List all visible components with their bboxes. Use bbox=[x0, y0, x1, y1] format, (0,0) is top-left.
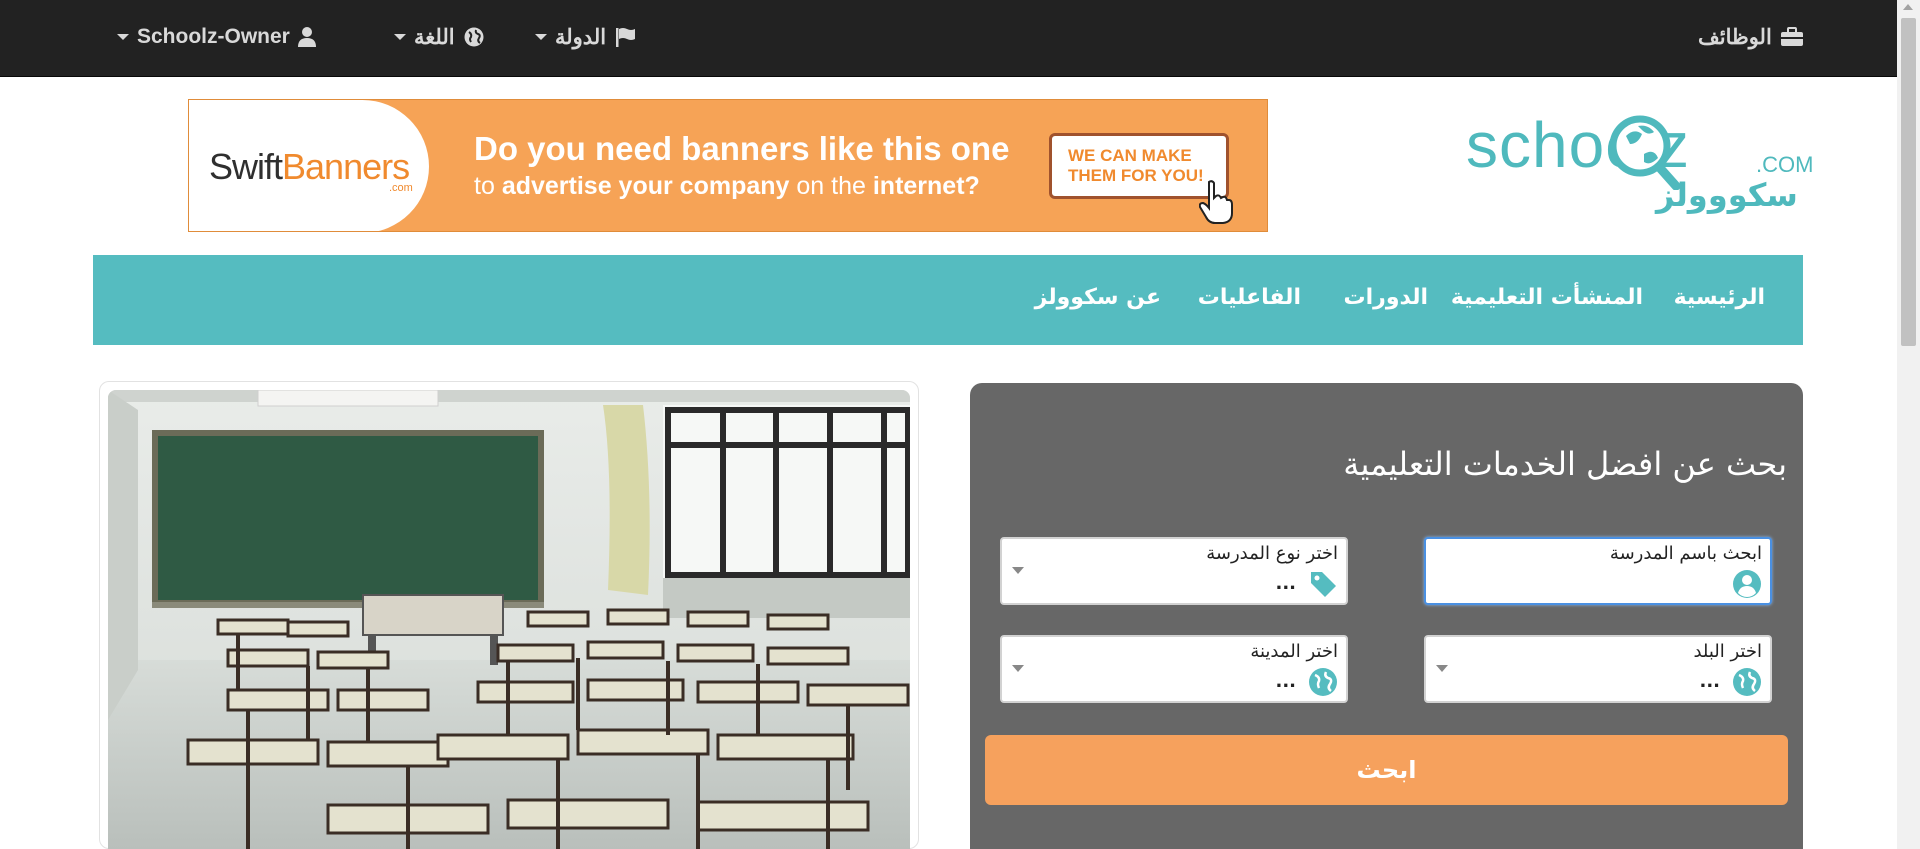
nav-courses[interactable]: الدورات bbox=[1344, 285, 1429, 310]
logo-arabic: سكووولز bbox=[1656, 176, 1798, 214]
country-label: الدولة bbox=[555, 25, 607, 49]
chevron-down-icon bbox=[535, 34, 547, 40]
country-select[interactable]: اختر البلد ... bbox=[1424, 635, 1772, 703]
logo-com: .COM bbox=[1756, 152, 1814, 177]
account-dropdown[interactable]: Schoolz-Owner bbox=[117, 22, 316, 52]
flag-icon bbox=[614, 26, 636, 48]
scroll-thumb[interactable] bbox=[1901, 18, 1916, 346]
search-title: بحث عن افضل الخدمات التعليمية bbox=[1343, 445, 1787, 483]
site-logo[interactable]: schoolz .COM سكووولز bbox=[1466, 108, 1813, 224]
school-name-label: ابحث باسم المدرسة bbox=[1609, 543, 1762, 564]
globe-icon bbox=[1309, 668, 1337, 696]
chevron-down-icon bbox=[117, 34, 129, 40]
school-type-select[interactable]: اختر نوع المدرسة ... bbox=[1000, 537, 1348, 605]
banner-subline: to advertise your company on the interne… bbox=[474, 172, 980, 200]
school-type-value: ... bbox=[1275, 573, 1296, 594]
scroll-up-icon[interactable] bbox=[1903, 4, 1913, 10]
briefcase-icon bbox=[1780, 27, 1804, 47]
school-name-input[interactable]: ابحث باسم المدرسة bbox=[1424, 537, 1772, 605]
chevron-down-icon bbox=[1436, 665, 1448, 672]
nav-home[interactable]: الرئيسية bbox=[1674, 285, 1765, 310]
page-scrollbar[interactable] bbox=[1897, 0, 1920, 849]
globe-icon bbox=[463, 26, 485, 48]
chevron-down-icon bbox=[1012, 567, 1024, 574]
hand-cursor-icon bbox=[1199, 180, 1233, 224]
classroom-photo bbox=[108, 390, 910, 849]
account-label: Schoolz-Owner bbox=[137, 25, 290, 48]
chevron-down-icon bbox=[394, 34, 406, 40]
ad-banner[interactable]: SwiftBanners .com Do you need banners li… bbox=[188, 99, 1268, 232]
nav-about[interactable]: عن سكوولز bbox=[1035, 285, 1161, 310]
chevron-down-icon bbox=[1012, 665, 1024, 672]
city-select-label: اختر المدينة bbox=[1250, 641, 1338, 662]
tag-icon bbox=[1311, 572, 1336, 597]
banner-headline: Do you need banners like this one bbox=[474, 130, 1010, 167]
city-select[interactable]: اختر المدينة ... bbox=[1000, 635, 1348, 703]
search-panel: بحث عن افضل الخدمات التعليمية ابحث باسم … bbox=[970, 383, 1803, 849]
country-dropdown[interactable]: الدولة bbox=[535, 22, 636, 52]
language-dropdown[interactable]: اللغة bbox=[394, 22, 485, 52]
nav-institutions[interactable]: المنشأت التعليمية bbox=[1451, 285, 1643, 310]
nav-events[interactable]: الفاعليات bbox=[1198, 285, 1301, 310]
language-label: اللغة bbox=[414, 25, 455, 49]
banner-brand-sub: .com bbox=[389, 182, 413, 194]
globe-icon bbox=[1733, 668, 1761, 696]
top-navbar: الوظائف الدولة اللغة Schoolz-Owner bbox=[0, 0, 1897, 77]
jobs-link[interactable]: الوظائف bbox=[1698, 22, 1804, 52]
jobs-label: الوظائف bbox=[1698, 25, 1772, 49]
search-button[interactable]: ابحث bbox=[985, 735, 1788, 805]
user-circle-icon bbox=[1733, 570, 1761, 598]
city-select-value: ... bbox=[1275, 671, 1296, 692]
country-select-value: ... bbox=[1699, 671, 1720, 692]
banner-brand-logo: SwiftBanners bbox=[209, 146, 410, 187]
country-select-label: اختر البلد bbox=[1693, 641, 1762, 662]
user-icon bbox=[297, 26, 316, 48]
banner-brand-area: SwiftBanners .com bbox=[189, 100, 429, 231]
main-nav: الرئيسية المنشأت التعليمية الدورات الفاع… bbox=[93, 255, 1803, 345]
school-type-label: اختر نوع المدرسة bbox=[1206, 543, 1338, 564]
